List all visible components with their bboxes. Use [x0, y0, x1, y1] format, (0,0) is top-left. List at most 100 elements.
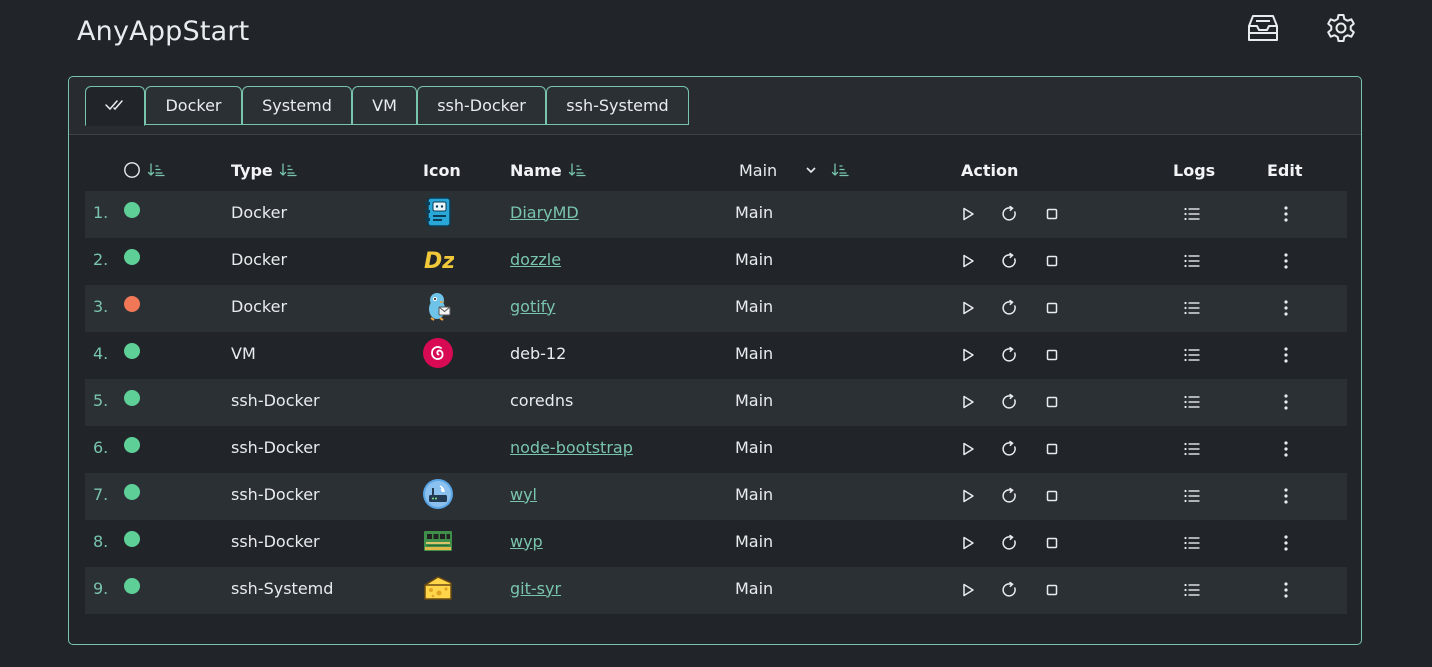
restart-icon: [1002, 534, 1016, 550]
status-indicator: [124, 343, 140, 359]
tab-systemd[interactable]: Systemd: [242, 86, 352, 125]
start-button[interactable]: [957, 532, 979, 554]
table-header: Type Icon Name Main Action Logs Edit: [85, 157, 1347, 183]
edit-menu-button[interactable]: [1275, 579, 1297, 601]
start-button[interactable]: [957, 203, 979, 225]
stop-button[interactable]: [1041, 297, 1063, 319]
stop-button[interactable]: [1041, 344, 1063, 366]
edit-menu-button[interactable]: [1275, 250, 1297, 272]
main-cell: Main: [735, 578, 774, 598]
list-icon: [1184, 583, 1200, 597]
table-row: 6. ssh-Docker node-bootstrap Main: [85, 426, 1347, 473]
debian-icon: [422, 337, 454, 369]
edit-menu-button[interactable]: [1275, 532, 1297, 554]
logs-button[interactable]: [1181, 203, 1203, 225]
name-header: Name: [510, 157, 586, 183]
main-filter-select[interactable]: Main: [739, 157, 849, 183]
stop-button[interactable]: [1041, 532, 1063, 554]
status-header: [123, 157, 165, 183]
logs-button[interactable]: [1181, 532, 1203, 554]
tab-ssh-docker[interactable]: ssh-Docker: [417, 86, 546, 125]
logs-button[interactable]: [1181, 391, 1203, 413]
app-name-link[interactable]: dozzle: [510, 238, 561, 280]
tab-ssh-systemd[interactable]: ssh-Systemd: [546, 86, 689, 125]
restart-button[interactable]: [999, 532, 1021, 554]
row-number: 2.: [93, 249, 109, 269]
type-cell: Docker: [231, 202, 288, 222]
list-icon: [1184, 536, 1200, 550]
restart-button[interactable]: [999, 250, 1021, 272]
start-button[interactable]: [957, 579, 979, 601]
edit-menu-button[interactable]: [1275, 344, 1297, 366]
edit-menu-button[interactable]: [1275, 438, 1297, 460]
logs-button[interactable]: [1181, 485, 1203, 507]
restart-icon: [1002, 393, 1016, 409]
inbox-tray-icon[interactable]: [1247, 12, 1279, 44]
edit-menu-button[interactable]: [1275, 297, 1297, 319]
start-button[interactable]: [957, 438, 979, 460]
start-button[interactable]: [957, 297, 979, 319]
stop-icon: [1046, 208, 1058, 220]
logs-button[interactable]: [1181, 579, 1203, 601]
app-name-link[interactable]: git-syr: [510, 567, 561, 609]
restart-button[interactable]: [999, 438, 1021, 460]
restart-button[interactable]: [999, 203, 1021, 225]
restart-button[interactable]: [999, 344, 1021, 366]
table-row: 2. Docker Dz dozzle Main: [85, 238, 1347, 285]
main-cell: Main: [735, 390, 774, 410]
stop-button[interactable]: [1041, 250, 1063, 272]
start-button[interactable]: [957, 250, 979, 272]
edit-menu-button[interactable]: [1275, 203, 1297, 225]
table-row: 5. ssh-Docker coredns Main: [85, 379, 1347, 426]
table-row: 1. Docker DiaryMD Main: [85, 191, 1347, 238]
tab-docker[interactable]: Docker: [145, 86, 242, 125]
stop-icon: [1046, 584, 1058, 596]
table-row: 9. ssh-Systemd git-syr Main: [85, 567, 1347, 614]
stop-button[interactable]: [1041, 203, 1063, 225]
sort-icon[interactable]: [568, 163, 586, 177]
restart-button[interactable]: [999, 297, 1021, 319]
tab-vm[interactable]: VM: [352, 86, 417, 125]
play-icon: [963, 442, 974, 456]
gear-icon[interactable]: [1325, 12, 1357, 44]
restart-button[interactable]: [999, 485, 1021, 507]
table-row: 4. VM deb-12 Main: [85, 332, 1347, 379]
logs-button[interactable]: [1181, 344, 1203, 366]
logs-button[interactable]: [1181, 438, 1203, 460]
edit-menu-button[interactable]: [1275, 391, 1297, 413]
logs-button[interactable]: [1181, 250, 1203, 272]
app-name: deb-12: [510, 343, 567, 363]
app-title: AnyAppStart: [77, 16, 250, 47]
kebab-menu-icon: [1284, 253, 1288, 269]
list-icon: [1184, 207, 1200, 221]
start-button[interactable]: [957, 391, 979, 413]
status-indicator: [124, 578, 140, 594]
app-name-link[interactable]: wyp: [510, 520, 543, 562]
start-button[interactable]: [957, 485, 979, 507]
diarymd-notebook-icon: [422, 196, 454, 228]
app-name-link[interactable]: wyl: [510, 473, 537, 515]
app-name-link[interactable]: node-bootstrap: [510, 426, 633, 468]
main-cell: Main: [735, 202, 774, 222]
stop-button[interactable]: [1041, 485, 1063, 507]
sort-icon[interactable]: [831, 163, 849, 177]
restart-button[interactable]: [999, 579, 1021, 601]
tab-all[interactable]: [85, 86, 145, 126]
edit-menu-button[interactable]: [1275, 485, 1297, 507]
stop-icon: [1046, 396, 1058, 408]
app-name-link[interactable]: gotify: [510, 285, 555, 327]
status-indicator: [124, 437, 140, 453]
status-circle-icon[interactable]: [123, 161, 141, 179]
start-button[interactable]: [957, 344, 979, 366]
app-name-link[interactable]: DiaryMD: [510, 191, 579, 233]
app-name: coredns: [510, 390, 574, 410]
restart-button[interactable]: [999, 391, 1021, 413]
stop-button[interactable]: [1041, 391, 1063, 413]
logs-button[interactable]: [1181, 297, 1203, 319]
stop-button[interactable]: [1041, 579, 1063, 601]
sort-icon[interactable]: [147, 163, 165, 177]
kebab-menu-icon: [1284, 394, 1288, 410]
sort-icon[interactable]: [279, 163, 297, 177]
type-cell: Docker: [231, 249, 288, 269]
stop-button[interactable]: [1041, 438, 1063, 460]
